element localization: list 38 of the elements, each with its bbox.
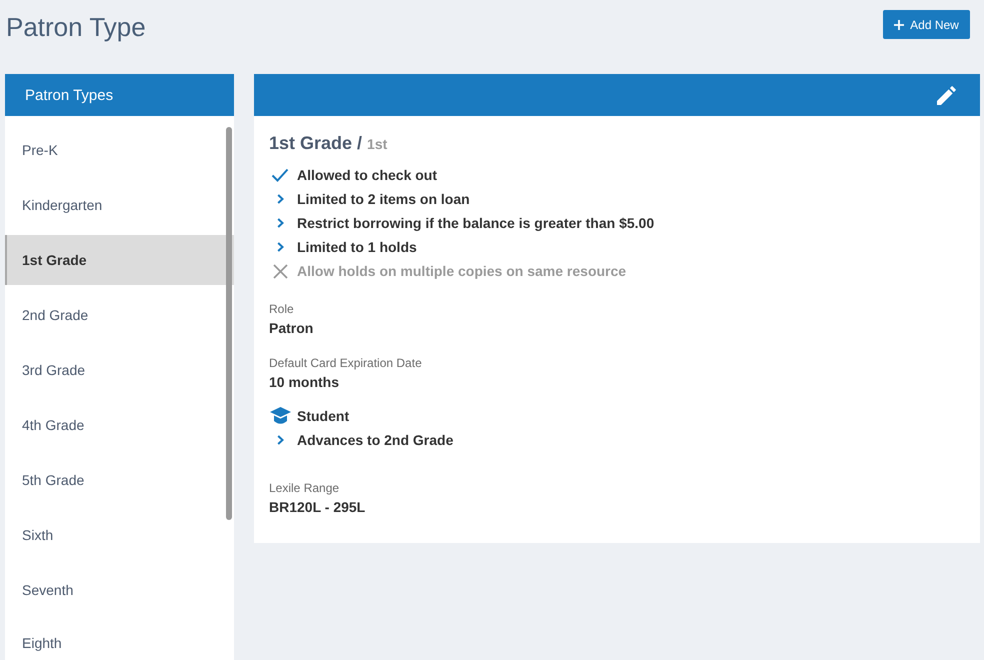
rule-text: Restrict borrowing if the balance is greater than $5.00 [297, 215, 654, 231]
rule-text: Allow holds on multiple copies on same resource [297, 263, 626, 279]
chevron-right-icon [276, 218, 284, 228]
pencil-icon[interactable] [937, 86, 956, 104]
rule-text: Allowed to check out [297, 167, 438, 183]
chevron-right-icon [276, 194, 284, 204]
rule-text: Limited to 1 holds [297, 239, 417, 255]
field-label: Lexile Range [269, 480, 340, 496]
sidebar-item[interactable]: 5th Grade [5, 455, 234, 505]
sidebar-item[interactable]: 4th Grade [5, 400, 234, 450]
chevron-right-icon [276, 242, 284, 252]
panel-title: Patron Types [24, 86, 114, 104]
rule-text: Student [297, 408, 350, 424]
sidebar-item[interactable]: Kindergarten [5, 180, 234, 230]
plus-icon [894, 20, 904, 30]
sidebar-item[interactable]: Pre-K [5, 125, 234, 175]
patron-type-code: 1st [367, 135, 388, 154]
sidebar-item[interactable]: Sixth [5, 510, 234, 560]
rule-text: Limited to 2 items on loan [297, 191, 470, 207]
sidebar-item[interactable]: Seventh [5, 565, 234, 615]
check-icon [271, 168, 289, 182]
field-value: BR120L - 295L [269, 498, 366, 517]
rule-text: Advances to 2nd Grade [297, 432, 454, 448]
add-new-button[interactable]: Add New [883, 10, 970, 39]
page-title: Patron Type [6, 11, 146, 43]
field-value: 10 months [269, 373, 340, 392]
field-value: Patron [269, 319, 314, 338]
cross-icon [272, 264, 288, 278]
chevron-right-icon [276, 435, 284, 445]
sidebar-item[interactable]: 3rd Grade [5, 345, 234, 395]
field-label: Role [269, 301, 295, 317]
scrollbar-thumb[interactable] [226, 127, 232, 520]
sidebar-item[interactable]: Eighth [5, 620, 234, 660]
field-label: Default Card Expiration Date [269, 355, 423, 371]
patron-type-name: 1st Grade / [269, 132, 362, 155]
sidebar-item[interactable]: 1st Grade [5, 235, 234, 285]
sidebar-item[interactable]: 2nd Grade [5, 290, 234, 340]
graduation-cap-icon [270, 407, 290, 425]
